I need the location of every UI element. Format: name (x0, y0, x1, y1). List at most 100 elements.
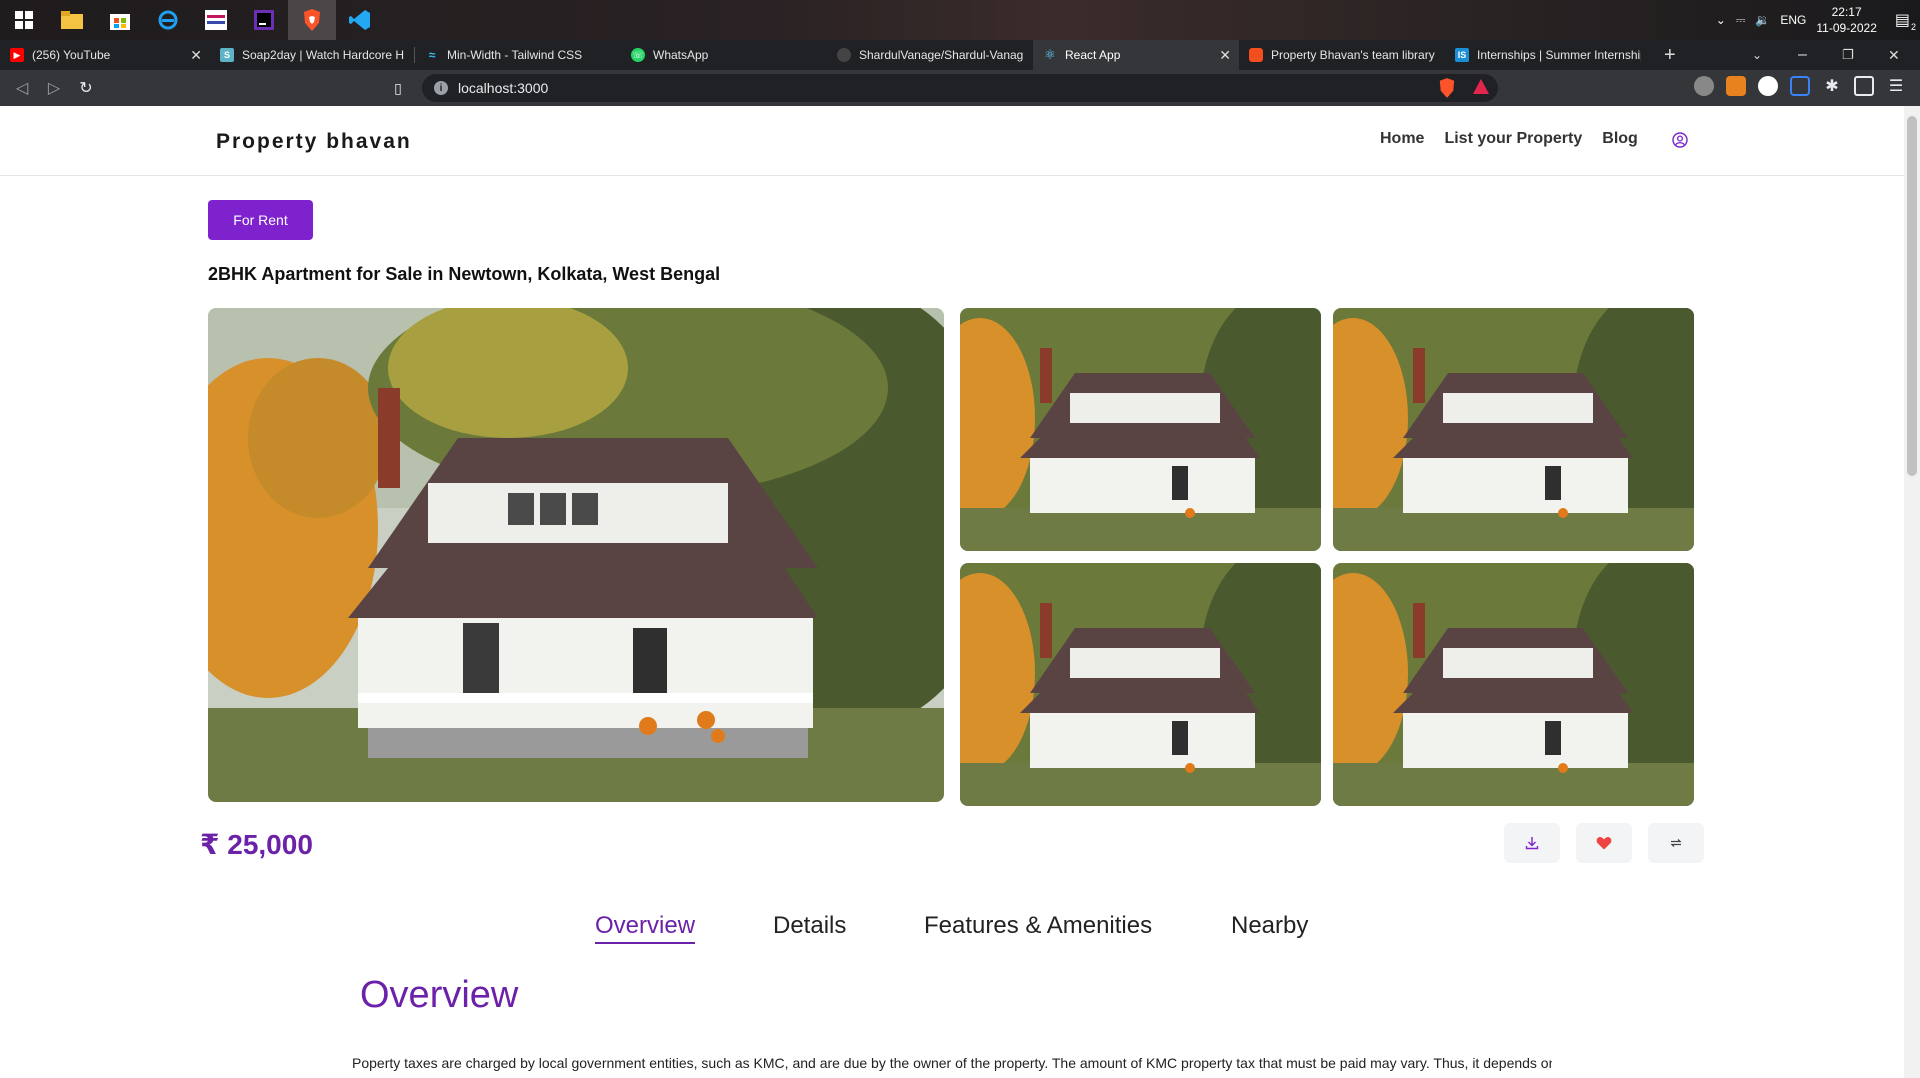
favorite-button[interactable] (1576, 823, 1632, 863)
tab-label: (256) YouTube (32, 48, 111, 62)
tab-details[interactable]: Details (773, 912, 846, 940)
download-button[interactable] (1504, 823, 1560, 863)
main-property-image[interactable] (208, 308, 944, 802)
file-explorer-icon[interactable] (48, 0, 96, 40)
language-indicator[interactable]: ENG (1780, 13, 1806, 27)
overview-text: Poperty taxes are charged by local gover… (352, 1055, 1552, 1071)
tab-tailwind[interactable]: ≈ Min-Width - Tailwind CSS (415, 40, 621, 70)
gallery-image-2[interactable] (1333, 308, 1694, 551)
swap-icon (1670, 839, 1682, 847)
arrow-left-icon: ◁ (15, 80, 29, 97)
browser-tab-strip: ▶ (256) YouTube ✕ S Soap2day | Watch Har… (0, 40, 1920, 70)
gallery-image-4[interactable] (1333, 563, 1694, 806)
page-scrollbar[interactable] (1904, 106, 1920, 1078)
youtube-icon: ▶ (10, 48, 24, 62)
internet-explorer-icon[interactable] (144, 0, 192, 40)
for-rent-button[interactable]: For Rent (208, 200, 313, 240)
tab-features-amenities[interactable]: Features & Amenities (924, 912, 1152, 940)
github-icon (837, 48, 851, 62)
page-content: Property bhavan Home List your Property … (0, 106, 1904, 1078)
extension-icon[interactable] (1694, 76, 1714, 96)
site-navbar: Property bhavan Home List your Property … (0, 106, 1904, 176)
menu-icon[interactable]: ☰ (1886, 76, 1906, 96)
user-account-icon[interactable] (1672, 132, 1688, 148)
tailwind-icon: ≈ (428, 48, 436, 62)
tab-label: Min-Width - Tailwind CSS (447, 48, 583, 62)
tab-label: Internships | Summer Internship (1477, 48, 1641, 62)
scrollbar-thumb[interactable] (1907, 116, 1917, 476)
nav-list-property-link[interactable]: List your Property (1444, 130, 1582, 148)
tab-nearby[interactable]: Nearby (1231, 912, 1308, 940)
close-icon[interactable]: ✕ (1219, 47, 1231, 64)
reload-icon: ↻ (79, 80, 93, 97)
nav-links: Home List your Property Blog (1380, 130, 1638, 148)
overview-heading: Overview (360, 974, 519, 1016)
notification-icon[interactable]: ▤ 2 (1887, 10, 1916, 32)
reload-button[interactable]: ↻ (70, 72, 102, 104)
tab-label: React App (1065, 48, 1121, 62)
windows-taskbar: ⌄ ⎓ 🔉 ENG 22:17 11-09-2022 ▤ 2 (0, 0, 1920, 40)
close-icon[interactable]: ✕ (190, 47, 202, 64)
nav-home-link[interactable]: Home (1380, 130, 1424, 148)
gallery-image-1[interactable] (960, 308, 1321, 551)
site-brand[interactable]: Property bhavan (216, 130, 412, 154)
back-button[interactable]: ◁ (6, 72, 38, 104)
metamask-icon[interactable] (1726, 76, 1746, 96)
tab-label: Property Bhavan's team library (1271, 48, 1435, 62)
tab-react-app[interactable]: ⚛ React App ✕ (1033, 40, 1239, 70)
close-window-button[interactable]: ✕ (1888, 40, 1900, 70)
url-text: localhost:3000 (458, 80, 549, 96)
brave-rewards-icon[interactable] (1472, 78, 1492, 98)
close-icon: ✕ (1888, 46, 1900, 63)
nav-blog-link[interactable]: Blog (1602, 130, 1638, 148)
compare-button[interactable] (1648, 823, 1704, 863)
vscode-icon[interactable] (336, 0, 384, 40)
volume-icon[interactable]: 🔉 (1755, 13, 1770, 27)
chevron-down-icon: ⌄ (1752, 48, 1763, 62)
listing-title: 2BHK Apartment for Sale in Newtown, Kolk… (208, 264, 721, 284)
new-tab-button[interactable]: + (1664, 40, 1676, 70)
minimize-icon: – (1798, 46, 1807, 63)
tab-github[interactable]: ShardulVanage/Shardul-Vanage (827, 40, 1033, 70)
tab-overview[interactable]: Overview (595, 912, 696, 944)
tab-internshala[interactable]: IS Internships | Summer Internship (1445, 40, 1651, 70)
wallet-icon[interactable] (1854, 76, 1874, 96)
forward-button[interactable]: ▷ (38, 72, 70, 104)
info-icon[interactable]: i (434, 81, 448, 95)
screenshot-icon[interactable] (1790, 76, 1810, 96)
restore-button[interactable]: ❐ (1842, 40, 1854, 70)
bookmark-icon: ▯ (394, 79, 402, 96)
restore-icon: ❐ (1842, 47, 1854, 62)
clock-time: 22:17 (1831, 5, 1862, 19)
puzzle-icon[interactable]: ✱ (1822, 76, 1842, 96)
chevron-up-icon[interactable]: ⌄ (1716, 13, 1726, 27)
network-icon[interactable]: ⎓ (1736, 13, 1746, 28)
tab-figma[interactable]: Property Bhavan's team library (1239, 40, 1445, 70)
brave-browser-icon[interactable] (288, 0, 336, 40)
minimize-button[interactable]: – (1798, 40, 1807, 70)
intellij-icon[interactable] (240, 0, 288, 40)
tab-label: ShardulVanage/Shardul-Vanage (859, 48, 1023, 62)
address-bar[interactable]: i localhost:3000 (422, 74, 1498, 102)
tab-whatsapp[interactable]: ☏ WhatsApp (621, 40, 827, 70)
microsoft-store-icon[interactable] (96, 0, 144, 40)
bookmark-button[interactable]: ▯ (382, 72, 414, 104)
figma-icon (1249, 48, 1263, 62)
extension-icon[interactable] (1758, 76, 1778, 96)
download-icon (1525, 837, 1539, 850)
tab-soap2day[interactable]: S Soap2day | Watch Hardcore Her (210, 40, 414, 70)
plus-icon: + (1664, 43, 1676, 66)
tab-search-button[interactable]: ⌄ (1752, 40, 1762, 70)
windows-start-icon[interactable] (0, 0, 48, 40)
tab-label: Soap2day | Watch Hardcore Her (242, 48, 404, 62)
soap2day-icon: S (220, 48, 234, 62)
clock[interactable]: 22:17 11-09-2022 (1816, 4, 1877, 36)
brave-shields-icon[interactable] (1438, 78, 1458, 98)
listing-price: ₹ 25,000 (200, 829, 313, 860)
tab-youtube[interactable]: ▶ (256) YouTube ✕ (0, 40, 210, 70)
heart-icon (1596, 837, 1612, 850)
browser-toolbar: ◁ ▷ ↻ ▯ i localhost:3000 ✱ ☰ (0, 70, 1920, 106)
tab-label: WhatsApp (653, 48, 709, 62)
app-icon[interactable] (192, 0, 240, 40)
gallery-image-3[interactable] (960, 563, 1321, 806)
